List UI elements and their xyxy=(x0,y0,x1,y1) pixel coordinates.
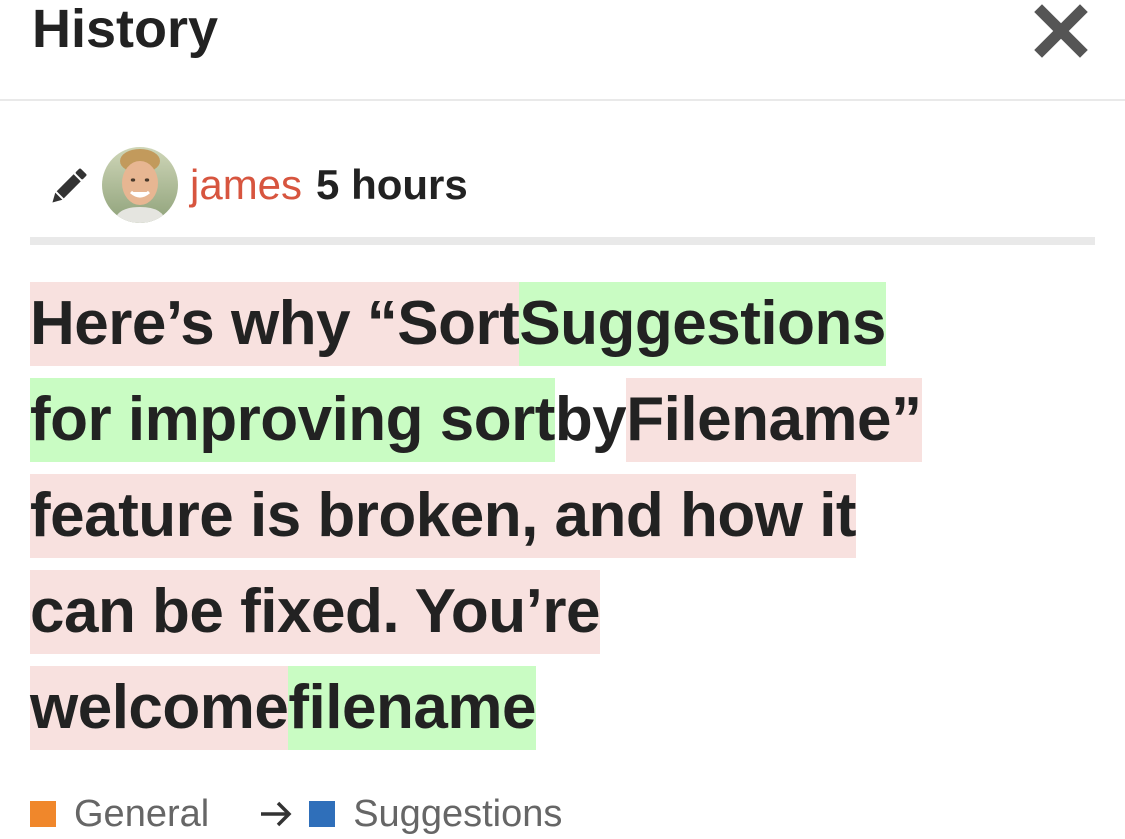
diff-inserted-text: for improving sort xyxy=(30,378,555,462)
diff-line: for improving sort by Filename” xyxy=(30,378,1100,474)
revision-age: 5 hours xyxy=(316,161,468,208)
category-general-link[interactable]: General xyxy=(74,793,209,836)
diff-deleted-text: Here’s why “Sort xyxy=(30,282,520,366)
username-link[interactable]: james xyxy=(190,160,302,210)
title-diff: Here’s why “Sort Suggestions for improvi… xyxy=(30,282,1100,762)
category-change: General Suggestions xyxy=(30,790,562,838)
diff-unchanged-text: by xyxy=(554,385,627,454)
revision-meta: james 5 hours xyxy=(44,147,468,223)
divider xyxy=(30,237,1095,245)
category-color-swatch xyxy=(309,801,336,827)
diff-line: Here’s why “Sort Suggestions xyxy=(30,282,1100,378)
category-suggestions-link[interactable]: Suggestions xyxy=(353,793,562,836)
diff-line: can be fixed. You’re xyxy=(30,570,1100,666)
user-avatar xyxy=(102,147,178,223)
modal-title: History xyxy=(32,0,219,59)
modal-header: History xyxy=(0,0,1125,101)
pencil-icon xyxy=(52,168,87,203)
close-button[interactable] xyxy=(1032,2,1090,60)
diff-line: feature is broken, and how it xyxy=(30,474,1100,570)
diff-deleted-text: feature is broken, and how it xyxy=(30,474,857,558)
diff-line: welcomefilename xyxy=(30,666,1100,762)
diff-inserted-text: Suggestions xyxy=(519,282,886,366)
arrow-right-icon xyxy=(261,801,292,827)
avatar[interactable] xyxy=(102,147,178,223)
diff-inserted-text: filename xyxy=(288,666,536,750)
diff-deleted-text: can be fixed. You’re xyxy=(30,570,601,654)
diff-deleted-text: Filename” xyxy=(626,378,922,462)
category-color-swatch xyxy=(30,801,56,827)
diff-deleted-text: welcome xyxy=(30,666,289,750)
close-icon xyxy=(1034,4,1088,58)
